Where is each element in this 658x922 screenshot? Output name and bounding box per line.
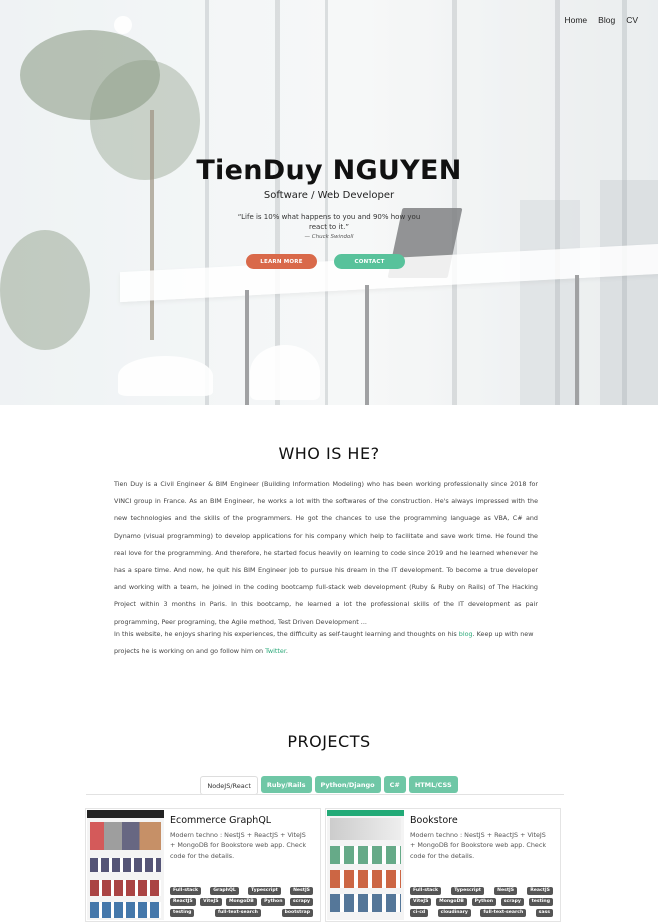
about-title: WHO IS HE? [278, 444, 380, 463]
nav-cv-link[interactable]: CV [626, 15, 638, 25]
tag: testing [170, 909, 195, 917]
tag: Typescript [248, 887, 281, 895]
tag: scrapy [500, 898, 524, 906]
about-text-segment: In this website, he enjoys sharing his e… [114, 630, 459, 638]
hero-role: Software / Web Developer [263, 190, 395, 201]
hero-quote: “Life is 10% what happens to you and 90%… [237, 213, 421, 231]
tab-ruby-rails[interactable]: Ruby/Rails [260, 776, 312, 793]
tag: sass [535, 909, 553, 917]
tag: testing [528, 898, 553, 906]
contact-button[interactable]: CONTACT [334, 254, 405, 269]
tag: MongoDB [225, 898, 257, 906]
top-nav: Home Blog CV [564, 15, 638, 25]
nav-home-link[interactable]: Home [564, 15, 587, 25]
project-tags: Full-stack Typescript NestJS ReactJS Vit… [410, 887, 556, 917]
project-card[interactable]: Ecommerce GraphQL Modern techno : NestJS… [85, 808, 321, 922]
projects-title: PROJECTS [287, 732, 371, 751]
project-thumbnail[interactable] [327, 810, 404, 920]
tag: Typescript [451, 887, 484, 895]
tag: ViteJS [410, 898, 432, 906]
tab-html-css[interactable]: HTML/CSS [408, 776, 458, 793]
project-title[interactable]: Ecommerce GraphQL [170, 815, 271, 826]
project-description: Modern techno : NestJS + ReactJS + ViteJ… [170, 831, 307, 860]
tag: ReactJS [527, 887, 553, 895]
tab-csharp[interactable]: C# [383, 776, 406, 793]
project-tags: Full-stack GraphQL Typescript NestJS Rea… [170, 887, 316, 917]
logo[interactable] [114, 16, 132, 34]
tag: NestJS [494, 887, 518, 895]
project-description: Modern techno : NestJS + ReactJS + ViteJ… [410, 831, 547, 860]
tag: full-text-search [480, 909, 527, 917]
tag: bootstrap [281, 909, 313, 917]
tag: full-text-search [215, 909, 261, 917]
tag: ci-cd [410, 909, 429, 917]
tag: Python [471, 898, 496, 906]
tag: Python [261, 898, 286, 906]
tag: ReactJS [170, 898, 196, 906]
project-title[interactable]: Bookstore [410, 815, 458, 826]
tag: Full-stack [410, 887, 442, 895]
nav-blog-link[interactable]: Blog [598, 15, 615, 25]
hero-section: Home Blog CV TienDuy NGUYEN Software / W… [0, 0, 658, 405]
project-card[interactable]: Bookstore Modern techno : NestJS + React… [325, 808, 561, 922]
project-thumbnail[interactable] [87, 810, 164, 920]
tag: cloudinary [437, 909, 471, 917]
about-paragraph: Tien Duy is a Civil Engineer & BIM Engin… [114, 480, 538, 626]
tab-python-django[interactable]: Python/Django [314, 776, 381, 793]
learn-more-button[interactable]: LEARN MORE [246, 254, 317, 269]
tag: MongoDB [436, 898, 467, 906]
tag: NestJS [290, 887, 313, 895]
hero-name: TienDuy NGUYEN [196, 155, 462, 186]
tab-nodejs-react[interactable]: NodeJS/React [200, 776, 258, 795]
tag: Full-stack [170, 887, 202, 895]
hero-overlay [0, 0, 658, 405]
tag: ViteJS [200, 898, 222, 906]
about-text-segment: . [285, 647, 288, 656]
twitter-link[interactable]: Twitter [265, 647, 286, 655]
tabs-divider [86, 794, 564, 795]
project-tabs: NodeJS/React Ruby/Rails Python/Django C#… [0, 776, 658, 795]
blog-link[interactable]: blog [459, 630, 473, 638]
quote-author: — Chuck Swindoll [304, 234, 354, 240]
about-paragraph-2: In this website, he enjoys sharing his e… [114, 626, 538, 660]
tag: scrapy [289, 898, 313, 906]
tag: GraphQL [210, 887, 239, 895]
